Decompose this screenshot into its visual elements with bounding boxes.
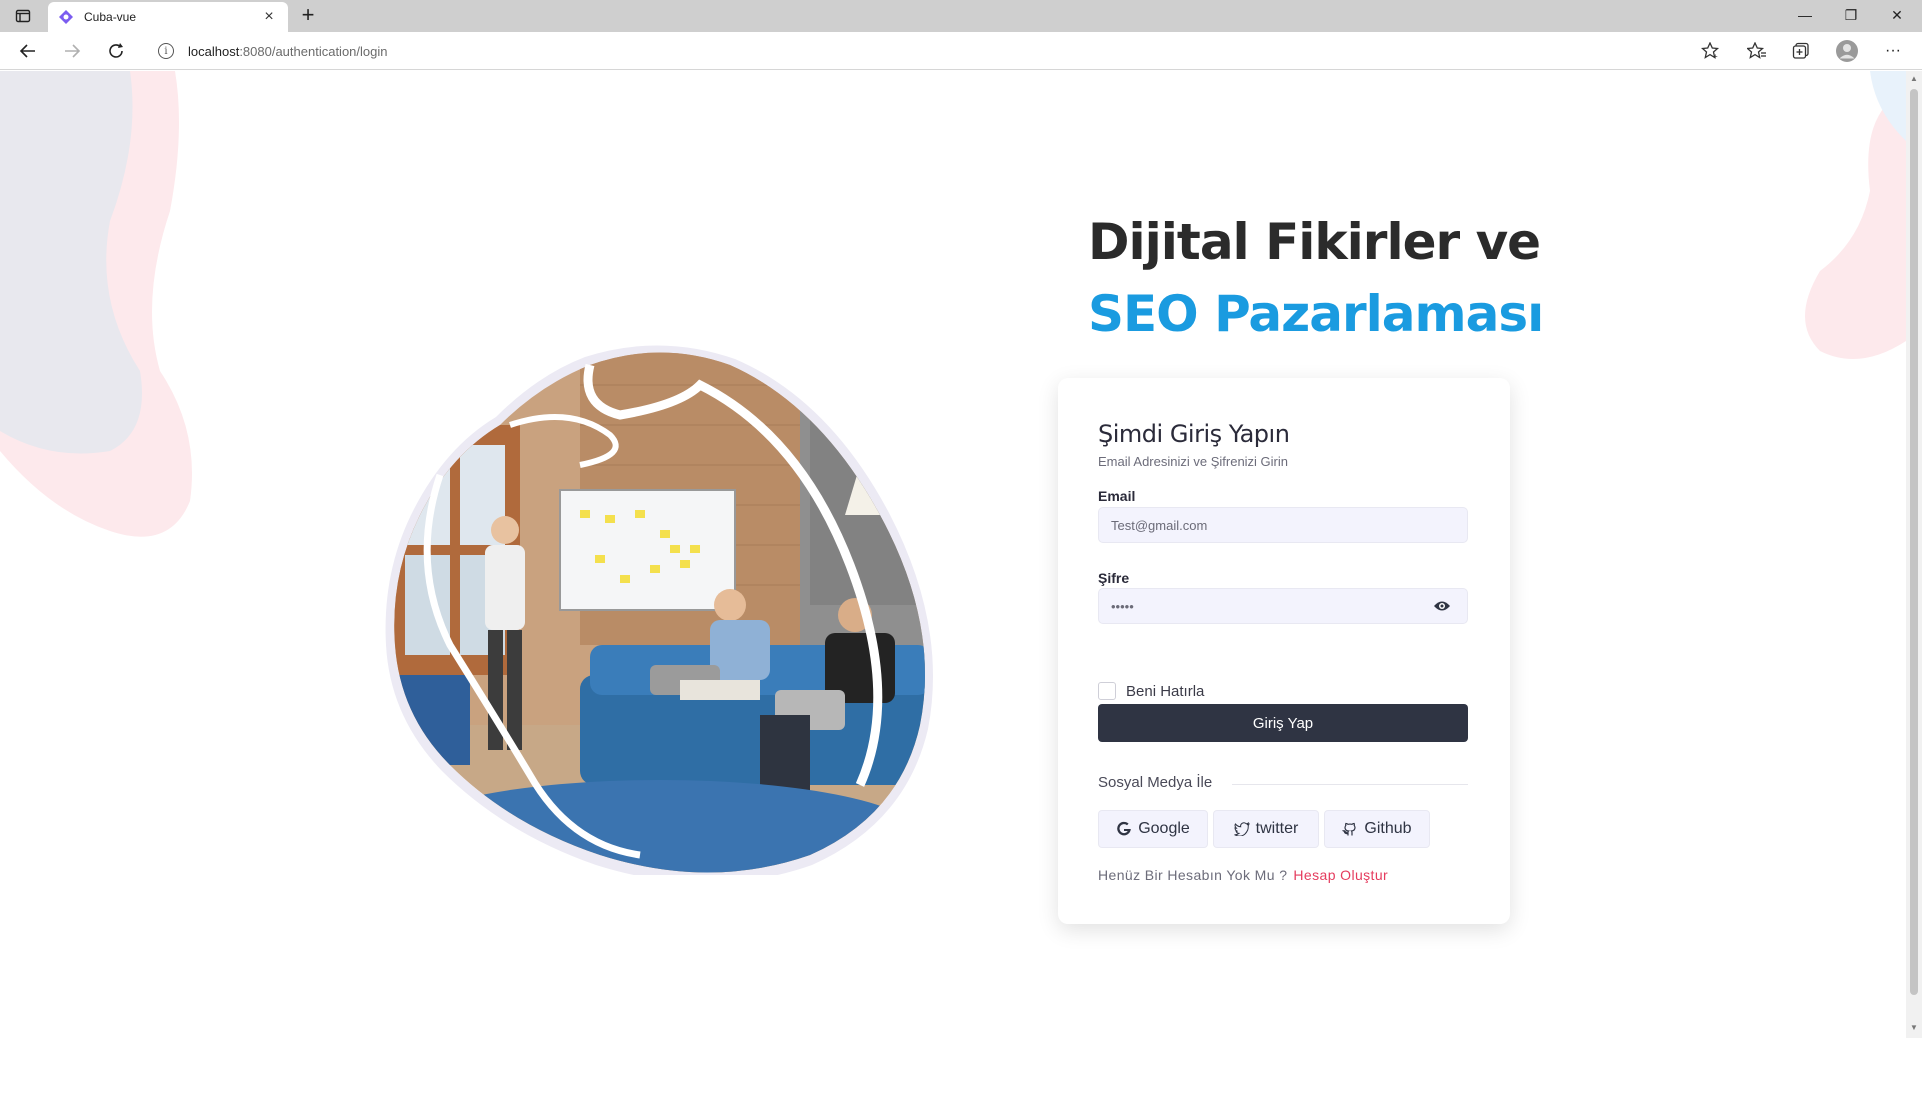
password-label: Şifre [1098, 570, 1130, 586]
scroll-up-arrow-icon[interactable]: ▲ [1910, 74, 1918, 83]
scrollbar-thumb[interactable] [1910, 89, 1918, 995]
signup-prompt: Henüz Bir Hesabın Yok Mu ? Hesap Oluştur [1098, 867, 1388, 883]
create-account-link[interactable]: Hesap Oluştur [1293, 867, 1388, 883]
hero-headline: Dijital Fikirler ve SEO Pazarlaması [1088, 206, 1568, 350]
show-password-icon[interactable] [1433, 599, 1451, 613]
browser-tab[interactable]: Cuba-vue × [48, 2, 288, 32]
login-subheading: Email Adresinizi ve Şifrenizi Girin [1098, 454, 1289, 469]
twitter-login-button[interactable]: twitter [1213, 810, 1319, 848]
forward-button[interactable] [58, 38, 86, 64]
login-card: Şimdi Giriş Yapın Email Adresinizi ve Şi… [1058, 378, 1510, 924]
new-tab-button[interactable]: + [294, 4, 322, 28]
browser-tab-bar: Cuba-vue × + — ❐ ✕ [0, 0, 1922, 32]
hero-title-line2: SEO Pazarlaması [1088, 285, 1544, 343]
refresh-button[interactable] [102, 38, 130, 64]
minimize-button[interactable]: — [1782, 0, 1828, 30]
password-input[interactable]: ••••• [1111, 599, 1134, 614]
google-login-button[interactable]: Google [1098, 810, 1208, 848]
github-login-button[interactable]: Github [1324, 810, 1430, 848]
email-label: Email [1098, 488, 1136, 504]
divider [1232, 784, 1468, 785]
twitter-icon [1233, 822, 1250, 836]
email-field[interactable] [1098, 507, 1468, 543]
back-button[interactable] [14, 38, 42, 64]
browser-address-bar: i localhost:8080/authentication/login + … [0, 32, 1922, 70]
more-menu-icon[interactable]: ··· [1878, 38, 1908, 64]
github-label: Github [1364, 820, 1412, 837]
close-tab-icon[interactable]: × [260, 8, 278, 26]
remember-me[interactable]: Beni Hatırla [1098, 682, 1204, 700]
close-window-button[interactable]: ✕ [1874, 0, 1920, 30]
decorative-blob-right [1805, 71, 1906, 359]
vue-favicon-icon [59, 10, 73, 24]
no-account-text: Henüz Bir Hesabın Yok Mu ? [1098, 867, 1288, 883]
collections-icon[interactable] [1786, 38, 1816, 64]
scroll-down-arrow-icon[interactable]: ▼ [1910, 1023, 1918, 1032]
github-icon [1342, 822, 1357, 836]
google-icon [1117, 821, 1132, 836]
decorative-blob-left [0, 71, 192, 537]
favorites-icon[interactable] [1742, 38, 1772, 64]
page-scrollbar[interactable]: ▲ ▼ [1906, 71, 1922, 1038]
url-field[interactable]: i localhost:8080/authentication/login [144, 36, 1730, 66]
tab-title: Cuba-vue [84, 10, 137, 24]
social-login-title: Sosyal Medya İle [1098, 774, 1213, 791]
svg-text:+: + [1713, 52, 1718, 60]
site-info-icon[interactable]: i [158, 43, 174, 59]
google-label: Google [1138, 820, 1190, 837]
login-button[interactable]: Giriş Yap [1098, 704, 1468, 742]
remember-me-checkbox[interactable] [1098, 682, 1116, 700]
restore-button[interactable]: ❐ [1828, 0, 1874, 30]
add-favorite-icon[interactable]: + [1696, 38, 1726, 64]
twitter-label: twitter [1255, 820, 1299, 837]
team-meeting-photo [385, 345, 933, 875]
password-field[interactable]: ••••• [1098, 588, 1468, 624]
url-host: localhost [188, 43, 240, 59]
login-page: Dijital Fikirler ve SEO Pazarlaması Şimd… [0, 71, 1906, 1038]
remember-me-label: Beni Hatırla [1126, 682, 1205, 700]
email-input[interactable] [1111, 517, 1467, 533]
hero-title-line1: Dijital Fikirler ve [1088, 213, 1541, 271]
tab-actions-icon[interactable] [8, 4, 38, 28]
profile-avatar-icon[interactable] [1832, 38, 1862, 64]
url-path: :8080/authentication/login [239, 43, 388, 59]
login-heading: Şimdi Giriş Yapın [1098, 420, 1290, 448]
